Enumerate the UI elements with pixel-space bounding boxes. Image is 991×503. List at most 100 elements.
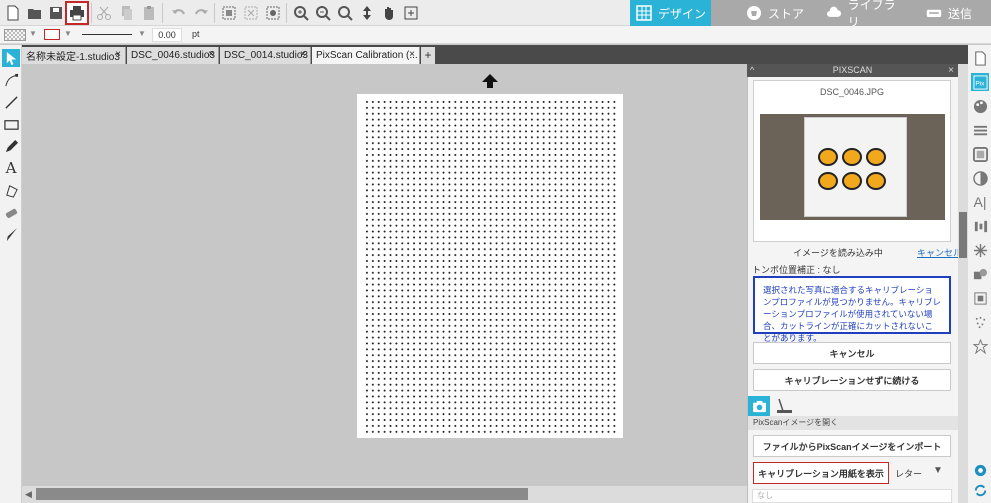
tab-store-label: ストア xyxy=(768,6,805,21)
close-tab-icon[interactable]: × xyxy=(409,49,415,60)
tab-library[interactable]: ライブラリ xyxy=(820,0,906,29)
sticker-icon xyxy=(866,148,886,166)
camera-icon[interactable] xyxy=(748,396,770,416)
doc-tab[interactable]: DSC_0046.studio3 × xyxy=(127,47,219,64)
undo-icon[interactable] xyxy=(168,2,190,24)
collapse-icon[interactable]: ^ xyxy=(750,64,754,77)
doc-tab-label: DSC_0046.studio3 xyxy=(131,50,215,61)
pan-hand-icon[interactable] xyxy=(378,2,400,24)
star-icon[interactable] xyxy=(971,337,989,355)
close-panel-icon[interactable]: × xyxy=(948,64,954,77)
rectangle-tool-icon[interactable] xyxy=(2,115,20,133)
mode-bar: デザイン ストア ライブラリ 送信 xyxy=(630,0,991,29)
move-arrows-icon[interactable] xyxy=(356,2,378,24)
import-pixscan-button[interactable]: ファイルからPixScanイメージをインポート xyxy=(753,435,951,457)
cancel-loading-link[interactable]: キャンセル xyxy=(917,246,962,259)
select-all-icon[interactable] xyxy=(262,2,284,24)
open-folder-icon[interactable] xyxy=(24,2,46,24)
fill-dropdown-icon[interactable]: ▼ xyxy=(29,29,37,38)
horizontal-scroll-thumb[interactable] xyxy=(36,488,528,500)
open-pixscan-label: PixScanイメージを開く xyxy=(748,416,958,430)
zoom-fit-icon[interactable] xyxy=(334,2,356,24)
calibration-page[interactable] xyxy=(357,94,623,438)
save-icon[interactable] xyxy=(45,2,67,24)
registration-status: トンボ位置補正 : なし xyxy=(752,265,841,275)
scroll-left-icon[interactable]: ◀ xyxy=(25,489,32,500)
zoom-out-icon[interactable] xyxy=(312,2,334,24)
cancel-button[interactable]: キャンセル xyxy=(753,342,951,364)
chevron-down-icon[interactable]: ▼ xyxy=(933,465,943,476)
close-tab-icon[interactable]: × xyxy=(300,49,306,60)
paper-size-select[interactable]: レター xyxy=(895,467,922,480)
sync-icon[interactable] xyxy=(971,481,989,499)
doc-tab-label: PixScan Calibration (... xyxy=(316,50,418,61)
redo-icon[interactable] xyxy=(190,2,212,24)
knife-tool-icon[interactable] xyxy=(2,225,20,243)
replicate-icon[interactable] xyxy=(971,241,989,259)
eraser-tool-icon[interactable] xyxy=(2,203,20,221)
pencil-tool-icon[interactable] xyxy=(2,137,20,155)
trace-icon[interactable] xyxy=(971,313,989,331)
tab-design[interactable]: デザイン xyxy=(630,0,711,26)
grid-icon xyxy=(636,5,652,21)
continue-without-calibration-button[interactable]: キャリブレーションせずに続ける xyxy=(753,369,951,391)
shadow-icon[interactable] xyxy=(971,169,989,187)
add-page-icon[interactable] xyxy=(400,2,422,24)
cut-icon[interactable] xyxy=(93,2,115,24)
panel-scroll-thumb[interactable] xyxy=(959,212,967,258)
fill-pattern-swatch[interactable] xyxy=(4,29,26,41)
line-style-sample[interactable] xyxy=(82,34,132,35)
text-style-icon[interactable]: A| xyxy=(971,193,989,211)
doc-tab-label: 名称未設定-1.studio3 xyxy=(26,52,120,63)
close-tab-icon[interactable]: × xyxy=(208,49,214,60)
left-toolbar: A xyxy=(0,45,22,503)
sticker-icon xyxy=(842,148,862,166)
zoom-in-icon[interactable] xyxy=(290,2,312,24)
add-tab-button[interactable]: + xyxy=(421,47,435,64)
show-calibration-sheet-button[interactable]: キャリブレーション用紙を表示 xyxy=(753,462,889,484)
sticker-icon xyxy=(866,172,886,190)
doc-tab-active[interactable]: PixScan Calibration (... × xyxy=(312,47,420,64)
fill-tool-icon[interactable] xyxy=(2,181,20,199)
color-palette-icon[interactable] xyxy=(971,97,989,115)
bottom-field: なし xyxy=(752,489,952,503)
doc-tab[interactable]: DSC_0014.studio3 × xyxy=(220,47,311,64)
modify-icon[interactable] xyxy=(971,265,989,283)
line-width-input[interactable]: 0.00 xyxy=(152,28,182,42)
line-style-dropdown-icon[interactable]: ▼ xyxy=(138,29,146,38)
tab-send[interactable]: 送信 xyxy=(920,0,990,26)
fill-pattern-icon[interactable] xyxy=(971,145,989,163)
text-tool-icon[interactable]: A xyxy=(2,159,20,177)
new-document-icon[interactable] xyxy=(2,2,24,24)
calibration-warning: 選択された写真に適合するキャリブレーションプロファイルが見つかりません。キャリブ… xyxy=(753,276,951,343)
tab-design-label: デザイン xyxy=(658,6,707,21)
line-color-dropdown-icon[interactable]: ▼ xyxy=(64,29,72,38)
doc-tab[interactable]: 名称未設定-1.studio3 × xyxy=(22,47,126,64)
cutter-icon xyxy=(926,9,942,17)
line-style-icon[interactable] xyxy=(971,121,989,139)
copy-icon[interactable] xyxy=(116,2,138,24)
right-panel-bar: Pix A| xyxy=(968,45,991,503)
line-color-swatch[interactable] xyxy=(44,29,60,40)
select-tool-icon[interactable] xyxy=(2,49,20,67)
pixscan-icon[interactable]: Pix xyxy=(971,73,989,91)
calibration-sheet-photo xyxy=(804,117,907,217)
group-icon[interactable] xyxy=(218,2,240,24)
ungroup-icon[interactable] xyxy=(240,2,262,24)
doc-tab-label: DSC_0014.studio3 xyxy=(224,50,308,61)
image-preview-box: DSC_0046.JPG xyxy=(753,80,951,242)
tab-store[interactable]: ストア xyxy=(740,0,810,26)
paste-icon[interactable] xyxy=(138,2,160,24)
align-icon[interactable] xyxy=(971,217,989,235)
photo-thumbnail xyxy=(760,114,945,220)
node-edit-tool-icon[interactable] xyxy=(2,71,20,89)
page-setup-icon[interactable] xyxy=(971,49,989,67)
settings-gear-icon[interactable] xyxy=(971,461,989,479)
print-icon[interactable] xyxy=(65,1,89,25)
scanner-icon[interactable] xyxy=(773,396,795,416)
offset-icon[interactable] xyxy=(971,289,989,307)
line-tool-icon[interactable] xyxy=(2,93,20,111)
close-tab-icon[interactable]: × xyxy=(115,49,121,60)
panel-scrollbar[interactable] xyxy=(958,64,968,503)
panel-header: ^ PIXSCAN × xyxy=(747,64,958,77)
